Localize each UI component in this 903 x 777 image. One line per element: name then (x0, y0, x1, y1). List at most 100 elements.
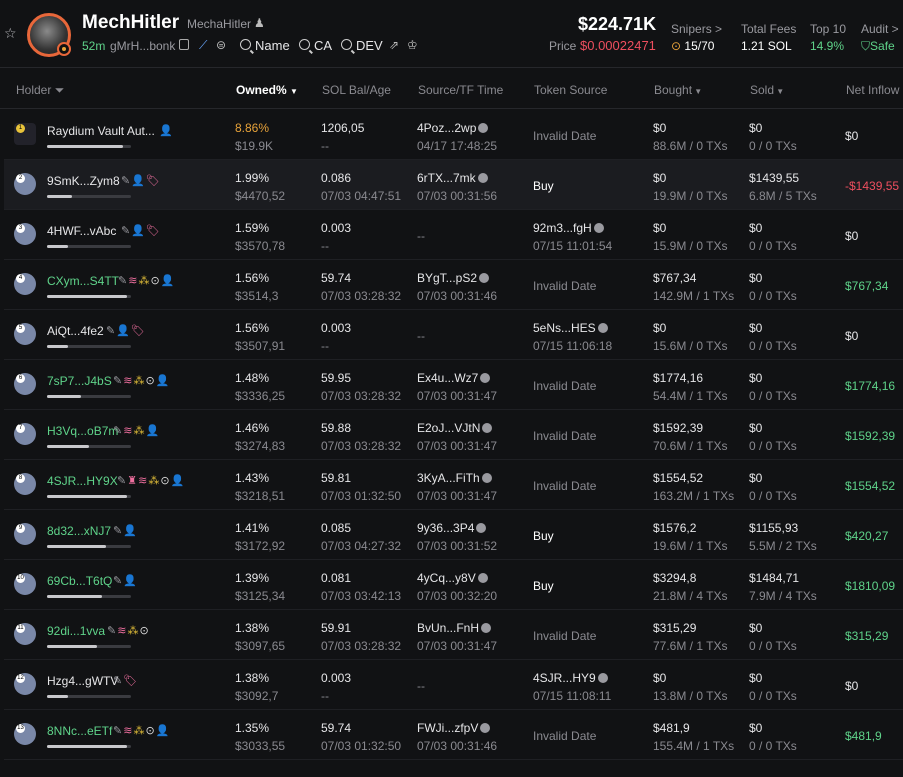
token-source-address[interactable]: 5eNs...HES (533, 321, 608, 335)
bought-usd: $767,34 (653, 271, 697, 285)
holder-tags: ✎👤🏷 (121, 174, 161, 187)
sol-balance: 0.003 (321, 221, 352, 235)
holder-address[interactable]: 92di...1vva (47, 624, 105, 638)
search-ca-link[interactable]: CA (314, 38, 332, 53)
holder-address[interactable]: 4HWF...vAbc (47, 224, 116, 238)
rank-badge: 7 (16, 424, 25, 433)
table-row[interactable]: 9 8d32...xNJ7 ✎👤 1.41% $3172,92 0.085 07/03 04… (4, 510, 903, 560)
rank-badge: 11 (16, 624, 25, 633)
table-row[interactable]: 5 AiQt...4fe2 ✎👤🏷 1.56% $3507,91 0.003 -- -- 5eN… (4, 310, 903, 360)
top10-label: Top 10 (810, 22, 847, 36)
bought-detail: 88.6M / 0 TXs (653, 139, 728, 153)
snipers-link[interactable]: Snipers > (671, 22, 722, 36)
source-time: 04/17 17:48:25 (417, 139, 498, 153)
sol-icon (480, 723, 491, 733)
table-row[interactable]: 11 92di...1vva ✎≋⁂⊙ 1.38% $3097,65 59.91 07/03… (4, 610, 903, 660)
source-time: 07/03 00:31:52 (417, 539, 498, 553)
edit-icon: ✎ (106, 325, 117, 337)
holder-tags: ✎🏷 (113, 674, 138, 687)
table-row[interactable]: 12 Hzg4...gWTV ✎🏷 1.38% $3092,7 0.003 -- -- 4SJR… (4, 660, 903, 710)
table-row[interactable]: 10 69Cb...T6tQ ✎👤 1.39% $3125,34 0.081 07/03 0… (4, 560, 903, 610)
column-net-inflow[interactable]: Net Inflow (846, 83, 899, 97)
stack-icon: ≋ (123, 375, 134, 387)
source-address[interactable]: 4yCq...y8V (417, 571, 488, 585)
token-source-address[interactable]: 4SJR...HY9 (533, 671, 608, 685)
sol-icon[interactable]: ⊜ (216, 39, 226, 51)
owned-percent: 1.46% (235, 421, 270, 435)
holder-tags: ✎≋⁂⊙👤 (118, 274, 175, 287)
search-name-icon[interactable] (240, 39, 251, 50)
source-address[interactable]: E2oJ...VJtN (417, 421, 493, 435)
pump-icon[interactable]: ⟋ (199, 39, 207, 51)
table-row[interactable]: 8 4SJR...HY9X ✎♜≋⁂⊙👤 1.43% $3218,51 59.81 07/0… (4, 460, 903, 510)
holder-address[interactable]: AiQt...4fe2 (47, 324, 104, 338)
holder-avatar: 9 (14, 523, 36, 545)
source-address[interactable]: 9y36...3P4 (417, 521, 487, 535)
crown-icon[interactable]: ♔ (407, 39, 418, 51)
holder-address[interactable]: 9SmK...Zym8 (47, 174, 120, 188)
column-owned[interactable]: Owned% ▼ (236, 83, 298, 97)
table-row[interactable]: 1 Raydium Vault Aut... 👤 8.86% $19.9K 1206,05… (4, 110, 903, 160)
column-source[interactable]: Source/TF Time (418, 83, 503, 97)
source-address[interactable]: FWJi...zfpV (417, 721, 491, 735)
token-source: Invalid Date (533, 129, 597, 143)
table-row[interactable]: 3 4HWF...vAbc ✎👤🏷 1.59% $3570,78 0.003 -- -- 92m… (4, 210, 903, 260)
holder-address[interactable]: 8d32...xNJ7 (47, 524, 111, 538)
audit-link[interactable]: Audit > (861, 22, 899, 36)
source-address[interactable]: Ex4u...Wz7 (417, 371, 491, 385)
external-link-icon[interactable]: ⇗ (389, 39, 399, 51)
table-row[interactable]: 13 8NNc...eETf ✎≋⁂⊙👤 1.35% $3033,55 59.74 07/0… (4, 710, 903, 760)
token-source-time: 07/15 11:08:11 (533, 689, 612, 703)
sol-icon (481, 623, 492, 633)
source-address[interactable]: 4Poz...2wp (417, 121, 489, 135)
token-source-address[interactable]: 92m3...fgH (533, 221, 604, 235)
source-address[interactable]: BvUn...FnH (417, 621, 492, 635)
holder-address[interactable]: Raydium Vault Aut... (47, 124, 155, 138)
holder-address[interactable]: Hzg4...gWTV (47, 674, 118, 688)
favorite-star-icon[interactable]: ☆ (4, 26, 18, 40)
copy-icon[interactable] (179, 39, 189, 50)
search-dev-link[interactable]: DEV (356, 38, 383, 53)
holder-address[interactable]: 7sP7...J4bS (47, 374, 112, 388)
column-token-source[interactable]: Token Source (534, 83, 607, 97)
holder-tags: 👤 (159, 124, 174, 137)
bought-detail: 77.6M / 1 TXs (653, 639, 728, 653)
search-ca-icon[interactable] (299, 39, 310, 50)
holder-address[interactable]: 69Cb...T6tQ (47, 574, 112, 588)
column-sold[interactable]: Sold ▼ (750, 83, 784, 97)
stack-icon: ≋ (123, 425, 134, 437)
source-address[interactable]: BYgT...pS2 (417, 271, 490, 285)
sold-usd: $0 (749, 371, 763, 385)
table-row[interactable]: 4 CXym...S4TT ✎≋⁂⊙👤 1.56% $3514,3 59.74 07/03 … (4, 260, 903, 310)
search-dev-icon[interactable] (341, 39, 352, 50)
column-holder[interactable]: Holder ⏷ (16, 83, 64, 98)
holding-bar (47, 745, 131, 748)
table-row[interactable]: 2 9SmK...Zym8 ✎👤🏷 1.99% $4470,52 0.086 07/03 0… (4, 160, 903, 210)
holder-address[interactable]: 8NNc...eETf (47, 724, 112, 738)
column-sol-bal[interactable]: SOL Bal/Age (322, 83, 391, 97)
source-address[interactable]: 6rTX...7mk (417, 171, 488, 185)
bought-usd: $0 (653, 221, 667, 235)
source-address[interactable]: 3KyA...FiTh (417, 471, 492, 485)
table-row[interactable]: 6 7sP7...J4bS ✎≋⁂⊙👤 1.48% $3336,25 59.95 07/03… (4, 360, 903, 410)
holding-bar-fill (47, 445, 89, 448)
search-name-link[interactable]: Name (255, 38, 290, 53)
target-icon: ⊙ (145, 375, 156, 387)
user-icon: 👤 (131, 175, 146, 187)
filter-icon[interactable]: ⏷ (55, 83, 65, 97)
bought-detail: 155.4M / 1 TXs (653, 739, 735, 753)
sold-detail: 0 / 0 TXs (749, 739, 797, 753)
holder-tags: ✎≋⁂⊙ (107, 624, 150, 637)
table-row[interactable]: 7 H3Vq...oB7m ✎≋⁂👤 1.46% $3274,83 59.88 07/03 … (4, 410, 903, 460)
sol-icon (593, 223, 604, 233)
holding-bar (47, 495, 131, 498)
holder-address[interactable]: CXym...S4TT (47, 274, 119, 288)
column-bought[interactable]: Bought ▼ (654, 83, 702, 97)
wallet-age: 07/03 03:28:32 (321, 439, 402, 453)
holder-address[interactable]: H3Vq...oB7m (47, 424, 118, 438)
holder-address[interactable]: 4SJR...HY9X (47, 474, 118, 488)
top10-value: 14.9% (810, 39, 845, 53)
holder-avatar: 1 (14, 123, 36, 145)
sol-balance: 0.003 (321, 321, 352, 335)
market-cap: $224.71K (578, 14, 657, 34)
